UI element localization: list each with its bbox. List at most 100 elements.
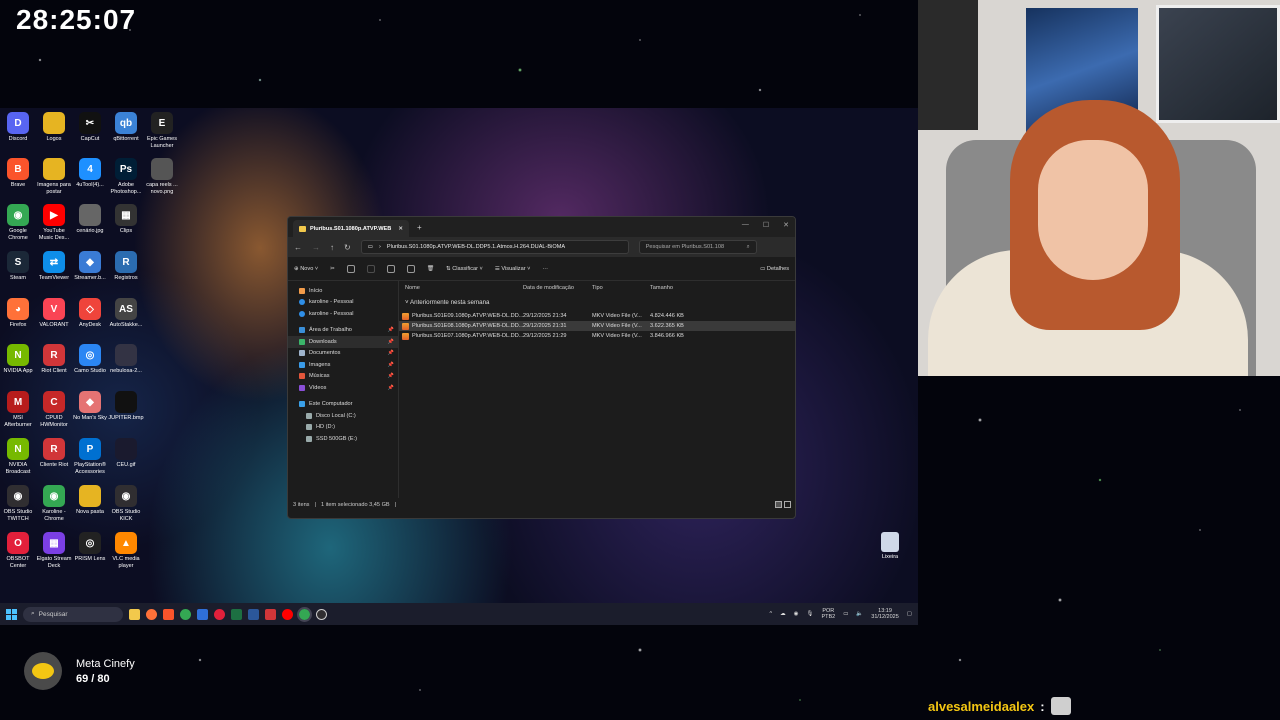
- desktop-icon[interactable]: ◉ Google Chrome: [0, 204, 36, 242]
- more-options-button[interactable]: ···: [542, 266, 548, 272]
- nav-item-drive-c[interactable]: Disco Local (C:): [288, 410, 398, 422]
- taskbar-search[interactable]: ⌕ Pesquisar: [23, 606, 123, 622]
- desktop-icon[interactable]: nebulosa-2...: [108, 344, 144, 375]
- column-name[interactable]: Nome: [399, 285, 523, 291]
- desktop-icon[interactable]: ▶ YouTube Music Des...: [36, 204, 72, 242]
- column-modified[interactable]: Data de modificação: [523, 285, 592, 291]
- desktop-icon[interactable]: N NVIDIA Broadcast: [0, 438, 36, 476]
- microphone-icon[interactable]: 🎙: [806, 611, 813, 617]
- desktop-icon[interactable]: N NVIDIA App: [0, 344, 36, 375]
- brave-icon[interactable]: [163, 608, 174, 620]
- desktop-icon[interactable]: ◆ No Man's Sky: [72, 391, 108, 422]
- nav-item-cloud[interactable]: karoline - Pessoal: [288, 297, 398, 309]
- network-icon[interactable]: ◉: [794, 611, 799, 617]
- nav-item-this-pc[interactable]: Este Computador: [288, 399, 398, 411]
- search-field[interactable]: Pesquisar em Pluribus.S01.108 ⌕: [638, 240, 757, 254]
- wifi-icon[interactable]: ▭: [843, 611, 848, 617]
- windows-start-icon[interactable]: [6, 608, 17, 620]
- forward-arrow-icon[interactable]: →: [312, 243, 320, 252]
- desktop-icon[interactable]: R Registros: [108, 251, 144, 282]
- rename-icon[interactable]: [386, 264, 395, 273]
- group-header[interactable]: ˅ Anteriormente nesta semana: [399, 299, 795, 311]
- chevron-up-icon[interactable]: ^: [770, 611, 773, 617]
- nav-item-desktop[interactable]: Área de Trabalho 📌: [288, 325, 398, 337]
- excel-icon[interactable]: [231, 608, 242, 620]
- nav-item-drive-e[interactable]: SSD 500GB (E:): [288, 433, 398, 445]
- desktop-icon[interactable]: ◎ Camo Studio: [72, 344, 108, 375]
- path-field[interactable]: ▭ › Pluribus.S01.1080p.ATVP.WEB-DL.DDP5.…: [360, 240, 629, 254]
- paste-icon[interactable]: [366, 264, 375, 273]
- youtube-music-icon[interactable]: [282, 608, 293, 620]
- word-icon[interactable]: [248, 608, 259, 620]
- volume-icon[interactable]: 🔈: [856, 611, 863, 617]
- desktop-icon[interactable]: ◉ Karoline - Chrome: [36, 485, 72, 523]
- file-explorer-icon[interactable]: [129, 608, 140, 620]
- desktop-icon[interactable]: JUPITER.bmp: [108, 391, 144, 422]
- firefox-icon[interactable]: [146, 608, 157, 620]
- riot-icon[interactable]: [265, 608, 276, 620]
- desktop-icon[interactable]: Logos: [36, 112, 72, 143]
- minimize-button[interactable]: —: [742, 221, 749, 229]
- desktop-icon[interactable]: ▦ Clips: [108, 204, 144, 235]
- desktop-icon[interactable]: ◉ OBS Studio TWITCH: [0, 485, 36, 523]
- language-indicator[interactable]: POR PTB2: [821, 608, 835, 620]
- desktop-icon[interactable]: ▦ Elgato Stream Deck: [36, 532, 72, 570]
- explorer-tab[interactable]: Pluribus.S01.1080p.ATVP.WEB ✕: [293, 220, 409, 237]
- desktop-icon[interactable]: Ps Adobe Photoshop...: [108, 158, 144, 196]
- refresh-icon[interactable]: ↻: [344, 243, 351, 252]
- delete-icon[interactable]: 🗑: [427, 266, 434, 272]
- file-row[interactable]: Pluribus.S01E08.1080p.ATVP.WEB-DL.DD... 2…: [399, 321, 795, 331]
- nav-item-music[interactable]: Músicas 📌: [288, 371, 398, 383]
- column-type[interactable]: Tipo: [592, 285, 650, 291]
- cloud-icon[interactable]: ☁: [780, 611, 786, 617]
- desktop-icon[interactable]: CEU.gif: [108, 438, 144, 469]
- file-row[interactable]: Pluribus.S01E07.1080p.ATVP.WEB-DL.DD... 2…: [399, 331, 795, 341]
- desktop-icon[interactable]: O OBSBOT Center: [0, 532, 36, 570]
- desktop-icon[interactable]: B Brave: [0, 158, 36, 189]
- desktop-icon[interactable]: ◇ AnyDesk: [72, 298, 108, 329]
- desktop-icon[interactable]: ✂ CapCut: [72, 112, 108, 143]
- desktop-icon[interactable]: capa reels ... novo.png: [144, 158, 180, 196]
- desktop-icon[interactable]: ⇄ TeamViewer: [36, 251, 72, 282]
- close-window-button[interactable]: ✕: [783, 221, 789, 229]
- obsbot-icon[interactable]: [214, 608, 225, 620]
- nav-item-documents[interactable]: Documentos 📌: [288, 348, 398, 360]
- desktop-icon[interactable]: S Steam: [0, 251, 36, 282]
- desktop-icon[interactable]: Imagens para postar: [36, 158, 72, 196]
- chrome-icon[interactable]: [180, 608, 191, 620]
- clock[interactable]: 13:19 31/12/2025: [871, 608, 899, 620]
- app-icon[interactable]: [197, 608, 208, 620]
- nav-item-cloud[interactable]: karoline - Pessoal: [288, 308, 398, 320]
- share-icon[interactable]: [406, 264, 415, 273]
- tiles-view-icon[interactable]: [784, 501, 791, 508]
- back-arrow-icon[interactable]: ←: [294, 243, 302, 252]
- chrome-active-icon[interactable]: [297, 606, 312, 622]
- obs-icon[interactable]: [316, 608, 327, 620]
- recycle-bin[interactable]: Lixeira: [878, 532, 902, 560]
- desktop-icon[interactable]: ◉ OBS Studio KICK: [108, 485, 144, 523]
- notification-icon[interactable]: ▢: [907, 611, 912, 617]
- details-view-icon[interactable]: [775, 501, 782, 508]
- close-tab-icon[interactable]: ✕: [398, 226, 403, 232]
- desktop-icon[interactable]: Nova pasta: [72, 485, 108, 516]
- desktop-icon[interactable]: P PlayStation® Accessories: [72, 438, 108, 476]
- desktop-icon[interactable]: qb qBittorrent: [108, 112, 144, 143]
- sort-button[interactable]: ⇅ Classificar ˅: [446, 266, 483, 272]
- desktop-icon[interactable]: ◆ Streamer.b...: [72, 251, 108, 282]
- desktop-icon[interactable]: R Cliente Riot: [36, 438, 72, 469]
- new-button[interactable]: ⊕ Novo ˅: [294, 266, 318, 272]
- nav-item-home[interactable]: Início: [288, 285, 398, 297]
- desktop-icon[interactable]: cenário.jpg: [72, 204, 108, 235]
- maximize-button[interactable]: ☐: [763, 221, 769, 229]
- up-arrow-icon[interactable]: ↑: [330, 243, 334, 252]
- view-button[interactable]: ☰ Visualizar ˅: [495, 266, 531, 272]
- desktop-icon[interactable]: C CPUID HWMonitor: [36, 391, 72, 429]
- nav-item-videos[interactable]: Vídeos 📌: [288, 382, 398, 394]
- desktop-icon[interactable]: V VALORANT: [36, 298, 72, 329]
- desktop-icon[interactable]: ▲ VLC media player: [108, 532, 144, 570]
- column-size[interactable]: Tamanho: [650, 285, 690, 291]
- cut-icon[interactable]: ✂: [330, 266, 335, 272]
- desktop-icon[interactable]: ◕ Firefox: [0, 298, 36, 329]
- desktop-icon[interactable]: E Epic Games Launcher: [144, 112, 180, 150]
- desktop-icon[interactable]: D Discord: [0, 112, 36, 143]
